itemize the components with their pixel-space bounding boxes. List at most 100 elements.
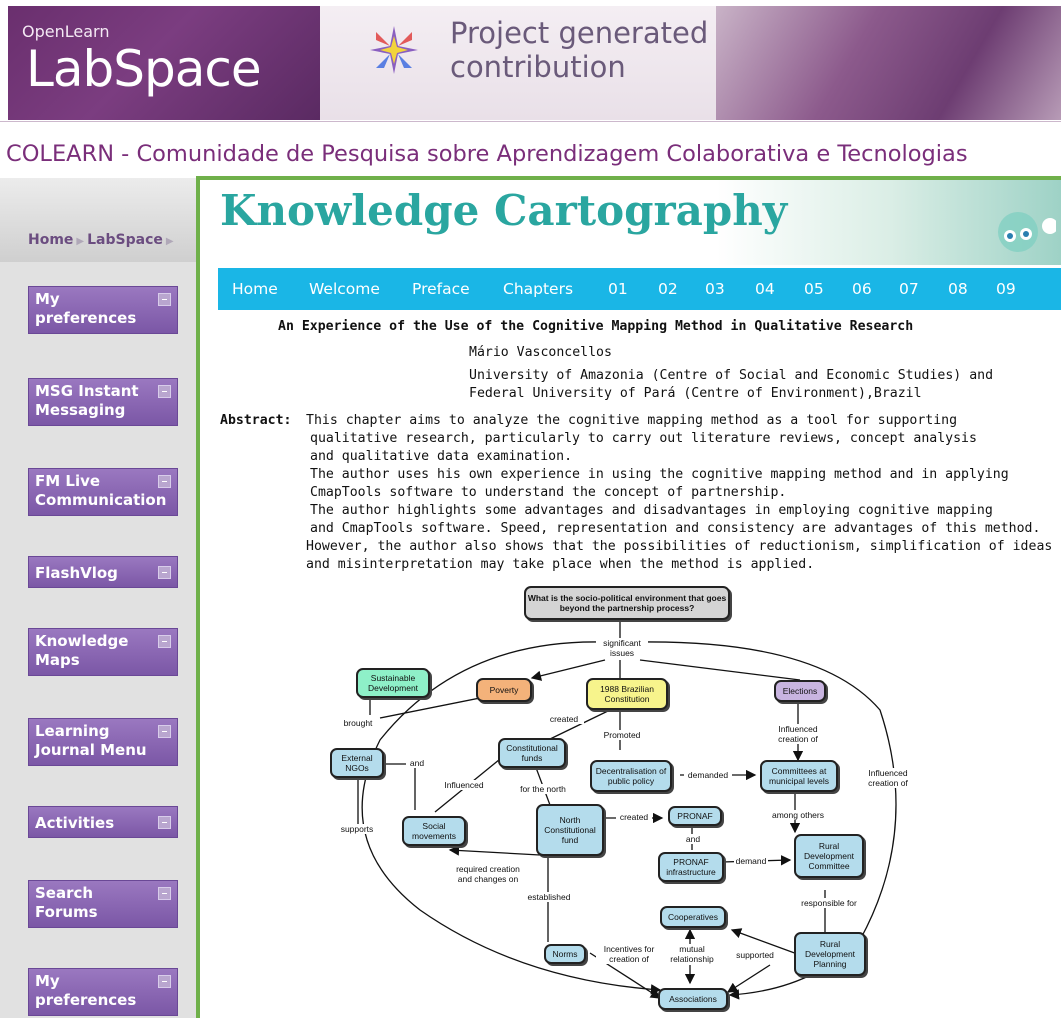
nav-chapter-04[interactable]: 04 bbox=[755, 280, 775, 298]
sidebar-block-label: FM Live Communication bbox=[35, 472, 167, 509]
nav-chapters[interactable]: Chapters bbox=[503, 280, 573, 298]
nav-preface[interactable]: Preface bbox=[412, 280, 470, 298]
abstract-line: and qualitative data examination. bbox=[310, 449, 573, 464]
concept-link-label: Incentives for creation of bbox=[596, 944, 662, 964]
project-generated-text: Project generated contribution bbox=[450, 16, 720, 84]
concept-node-rural-planning: Rural Development Planning bbox=[794, 932, 866, 976]
concept-link-label: Influenced bbox=[440, 780, 488, 790]
abstract-line: CmapTools software to understand the con… bbox=[310, 485, 787, 500]
breadcrumb-separator-icon: ▶ bbox=[76, 236, 85, 247]
breadcrumb-separator-icon: ▶ bbox=[165, 236, 174, 247]
banner-divider bbox=[0, 121, 1061, 122]
concept-node-north-fund: North Constitutional fund bbox=[536, 804, 604, 856]
sidebar-block-search-forums[interactable]: Search Forums bbox=[28, 880, 178, 928]
concept-link-label: among others bbox=[768, 810, 828, 820]
concept-node-constitutional-funds: Constitutional funds bbox=[498, 738, 566, 768]
page-title: Knowledge Cartography bbox=[220, 186, 788, 235]
concept-node-constitution: 1988 Brazilian Constitution bbox=[586, 678, 668, 710]
concept-node-poverty: Poverty bbox=[476, 678, 532, 702]
concept-link-label: required creation and changes on bbox=[450, 864, 526, 884]
collapse-toggle-icon[interactable] bbox=[158, 975, 171, 988]
sidebar-block-my-preferences-2[interactable]: My preferences bbox=[28, 968, 178, 1016]
sidebar-block-instant-messaging[interactable]: MSG Instant Messaging bbox=[28, 378, 178, 426]
affiliation-line: Federal University of Pará (Centre of En… bbox=[469, 386, 922, 401]
nav-chapter-05[interactable]: 05 bbox=[804, 280, 824, 298]
community-title[interactable]: COLEARN - Comunidade de Pesquisa sobre A… bbox=[6, 141, 1061, 167]
collapse-toggle-icon[interactable] bbox=[158, 816, 171, 829]
nav-chapter-08[interactable]: 08 bbox=[948, 280, 968, 298]
breadcrumb bbox=[0, 178, 196, 262]
concept-link-label: demanded bbox=[684, 770, 732, 780]
collapse-toggle-icon[interactable] bbox=[158, 635, 171, 648]
collapse-toggle-icon[interactable] bbox=[158, 385, 171, 398]
header-decoration-icon bbox=[998, 212, 1056, 252]
project-star-icon bbox=[370, 26, 418, 74]
logo-labspace-text: LabSpace bbox=[26, 40, 262, 98]
collapse-toggle-icon[interactable] bbox=[158, 293, 171, 306]
logo-openlearn-text: OpenLearn bbox=[22, 22, 110, 41]
concept-node-sustainable-development: Sustainable Development bbox=[356, 668, 430, 698]
abstract-label: Abstract: bbox=[220, 413, 292, 428]
nav-chapter-03[interactable]: 03 bbox=[705, 280, 725, 298]
sidebar-block-label: Search Forums bbox=[35, 884, 98, 921]
nav-welcome[interactable]: Welcome bbox=[309, 280, 380, 298]
concept-link-label: Influenced creation of bbox=[860, 768, 916, 788]
concept-link-label: brought bbox=[338, 718, 378, 728]
sidebar-block-label: Activities bbox=[35, 814, 115, 832]
sidebar-block-activities[interactable]: Activities bbox=[28, 806, 178, 838]
site-banner: OpenLearn LabSpace Project generated con… bbox=[0, 0, 1061, 122]
concept-link-label: supports bbox=[336, 824, 378, 834]
abstract-line: and misinterpretation may take place whe… bbox=[306, 557, 815, 572]
breadcrumb-labspace-link[interactable]: LabSpace bbox=[87, 232, 163, 248]
collapse-toggle-icon[interactable] bbox=[158, 887, 171, 900]
concept-node-social-movements: Social movements bbox=[402, 816, 466, 846]
concept-node-pronaf: PRONAF bbox=[668, 806, 722, 826]
breadcrumb-home-link[interactable]: Home bbox=[28, 232, 73, 248]
concept-link-label: established bbox=[524, 892, 574, 902]
article-title: An Experience of the Use of the Cognitiv… bbox=[278, 319, 914, 334]
nav-chapter-02[interactable]: 02 bbox=[658, 280, 678, 298]
sidebar-block-label: FlashVlog bbox=[35, 564, 118, 582]
sidebar-block-flashvlog[interactable]: FlashVlog bbox=[28, 556, 178, 588]
affiliation-line: University of Amazonia (Centre of Social… bbox=[469, 368, 994, 383]
concept-node-committees: Committees at municipal levels bbox=[760, 760, 838, 792]
abstract-line: and CmapTools software. Speed, represent… bbox=[310, 521, 1041, 536]
sidebar-block-label: Knowledge Maps bbox=[35, 632, 129, 669]
concept-link-label: and bbox=[406, 758, 428, 768]
concept-link-label: created bbox=[544, 714, 584, 724]
collapse-toggle-icon[interactable] bbox=[158, 566, 171, 579]
banner-artwork bbox=[716, 6, 1061, 120]
sidebar-block-label: My preferences bbox=[35, 290, 137, 327]
concept-link-label: Promoted bbox=[600, 730, 644, 740]
nav-chapter-06[interactable]: 06 bbox=[852, 280, 872, 298]
concept-node-rural-committee: Rural Development Committee bbox=[794, 834, 864, 878]
concept-link-label: responsible for bbox=[794, 898, 864, 908]
nav-chapter-07[interactable]: 07 bbox=[899, 280, 919, 298]
nav-chapter-09[interactable]: 09 bbox=[996, 280, 1016, 298]
concept-link-label: for the north bbox=[514, 784, 572, 794]
sidebar-block-label: MSG Instant Messaging bbox=[35, 382, 139, 419]
project-line-1: Project generated bbox=[450, 16, 709, 50]
article-affiliation: University of Amazonia (Centre of Social… bbox=[469, 367, 993, 403]
concept-node-norms: Norms bbox=[544, 944, 586, 964]
concept-node-question: What is the socio-political environment … bbox=[524, 586, 730, 620]
abstract-line: This chapter aims to analyze the cogniti… bbox=[306, 413, 958, 428]
concept-link-label: mutual relationship bbox=[666, 944, 718, 964]
nav-chapter-01[interactable]: 01 bbox=[608, 280, 628, 298]
sidebar-block-my-preferences[interactable]: My preferences bbox=[28, 286, 178, 334]
concept-link-label: demand bbox=[734, 856, 768, 866]
collapse-toggle-icon[interactable] bbox=[158, 475, 171, 488]
sidebar-block-knowledge-maps[interactable]: Knowledge Maps bbox=[28, 628, 178, 676]
sidebar-block-live-communication[interactable]: FM Live Communication bbox=[28, 468, 178, 516]
concept-node-external-ngos: External NGOs bbox=[330, 748, 384, 778]
concept-link-label: supported bbox=[732, 950, 778, 960]
breadcrumb-trail: Home ▶ LabSpace ▶ bbox=[28, 232, 177, 248]
concept-node-cooperatives: Cooperatives bbox=[660, 906, 726, 928]
concept-node-associations: Associations bbox=[658, 988, 728, 1010]
abstract-line: The author highlights some advantages an… bbox=[310, 503, 993, 518]
concept-node-decentralisation: Decentralisation of public policy bbox=[590, 760, 672, 792]
nav-home[interactable]: Home bbox=[232, 280, 278, 298]
article-author: Mário Vasconcellos bbox=[469, 345, 612, 360]
sidebar-block-learning-journal[interactable]: Learning Journal Menu bbox=[28, 718, 178, 766]
collapse-toggle-icon[interactable] bbox=[158, 725, 171, 738]
